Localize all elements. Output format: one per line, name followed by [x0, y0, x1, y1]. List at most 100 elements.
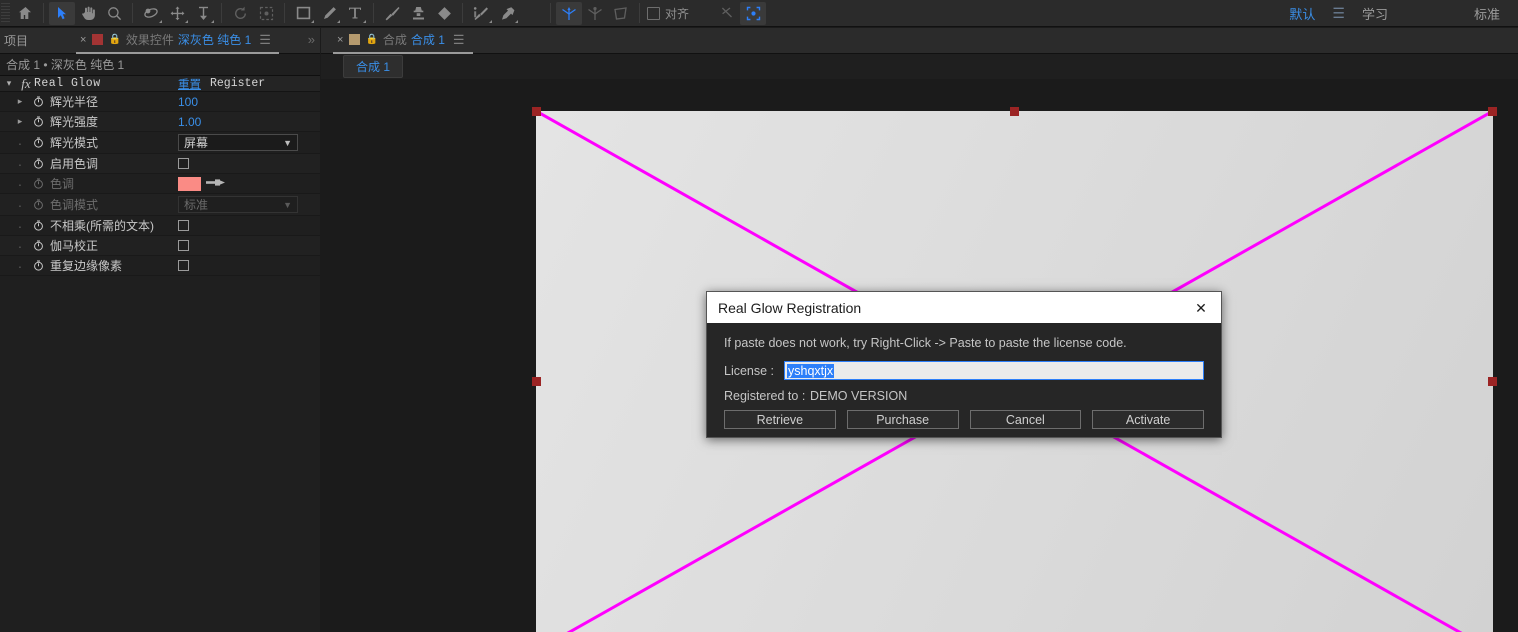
workspace-learn[interactable]: 学习: [1349, 4, 1401, 23]
dolly-tool-icon[interactable]: [190, 2, 216, 25]
workspace-standard[interactable]: 标准: [1461, 4, 1518, 23]
tint-mode-dropdown[interactable]: 标准 ▼: [178, 196, 298, 213]
property-row-enable-tint[interactable]: · 启用色调: [0, 154, 320, 174]
property-row-glow-intensity[interactable]: ▸ 辉光强度 1.00: [0, 112, 320, 132]
lock-icon[interactable]: 🔒: [365, 34, 377, 45]
dialog-titlebar[interactable]: Real Glow Registration ✕: [707, 292, 1221, 323]
tab-effect-controls[interactable]: × 🔒 效果控件 深灰色 纯色 1 ☰: [76, 28, 279, 54]
property-label: 辉光强度: [50, 115, 99, 129]
roto-brush-tool-icon[interactable]: [468, 2, 494, 25]
brush-tool-icon[interactable]: [379, 2, 405, 25]
registered-to-label: Registered to :: [724, 389, 806, 403]
activate-button[interactable]: Activate: [1092, 410, 1204, 429]
property-row-glow-mode[interactable]: · 辉光模式 屏幕 ▼: [0, 132, 320, 154]
property-row-tint-mode[interactable]: · 色调模式 标准 ▼: [0, 194, 320, 216]
property-row-glow-radius[interactable]: ▸ 辉光半径 100: [0, 92, 320, 112]
stopwatch-icon[interactable]: [30, 220, 46, 231]
property-label: 辉光模式: [50, 136, 99, 150]
snap-vertex-icon[interactable]: [714, 2, 740, 25]
glow-mode-dropdown[interactable]: 屏幕 ▼: [178, 134, 298, 151]
stopwatch-icon[interactable]: [30, 178, 46, 189]
clone-stamp-tool-icon[interactable]: [405, 2, 431, 25]
gamma-correction-checkbox[interactable]: [178, 240, 189, 251]
eraser-tool-icon[interactable]: [431, 2, 457, 25]
transform-box-icon[interactable]: [740, 1, 767, 25]
effect-reset-link[interactable]: 重置: [178, 76, 201, 92]
cancel-button[interactable]: Cancel: [969, 410, 1082, 429]
selection-tool-icon[interactable]: [49, 1, 75, 25]
zoom-tool-icon[interactable]: [101, 2, 127, 25]
view-axis-icon[interactable]: [608, 2, 634, 25]
property-value[interactable]: 1.00: [178, 115, 201, 129]
snapping-checkbox[interactable]: [647, 6, 660, 20]
world-axis-icon[interactable]: [582, 2, 608, 25]
stopwatch-icon[interactable]: [30, 199, 46, 210]
selection-handle-middle-right[interactable]: [1488, 377, 1497, 386]
rotation-tool-icon[interactable]: [227, 2, 253, 25]
toolbar-separator: [639, 3, 640, 23]
license-label: License :: [724, 363, 775, 378]
retrieve-button[interactable]: Retrieve: [724, 410, 836, 429]
property-label: 伽马校正: [50, 239, 99, 253]
tab-project[interactable]: 项目: [0, 28, 36, 54]
home-icon[interactable]: [12, 2, 38, 25]
snapping-toggle[interactable]: 对齐: [647, 5, 689, 22]
stopwatch-icon[interactable]: [30, 260, 46, 271]
puppet-pin-tool-icon[interactable]: [494, 2, 520, 25]
comp-breadcrumb-button[interactable]: 合成 1: [343, 55, 404, 78]
effect-name: Real Glow: [34, 77, 101, 90]
effect-header-row[interactable]: ▾ fx Real Glow 重置 Register: [0, 76, 320, 92]
twirl-down-icon[interactable]: ▾: [0, 78, 18, 89]
twirl-right-icon[interactable]: ▸: [12, 116, 28, 127]
selection-handle-top-left[interactable]: [532, 107, 541, 116]
snapping-label: 对齐: [665, 6, 690, 21]
stopwatch-icon[interactable]: [30, 158, 46, 169]
stopwatch-icon[interactable]: [30, 137, 46, 148]
dialog-message: If paste does not work, try Right-Click …: [724, 336, 1127, 350]
property-row-tint[interactable]: · 色调: [0, 174, 320, 194]
property-row-gamma-correction[interactable]: · 伽马校正: [0, 236, 320, 256]
toolbar-separator: [221, 3, 222, 23]
effect-register-link[interactable]: Register: [210, 77, 265, 90]
selection-handle-middle-left[interactable]: [532, 377, 541, 386]
chevron-double-right-icon[interactable]: »: [308, 32, 315, 47]
chevron-down-icon: ▼: [283, 199, 292, 210]
enable-tint-checkbox[interactable]: [178, 158, 189, 169]
hamburger-icon[interactable]: ☰: [1328, 5, 1349, 22]
layer-color-swatch: [92, 34, 104, 45]
panel-menu-icon[interactable]: ☰: [259, 32, 271, 48]
close-tab-icon[interactable]: ×: [76, 34, 90, 46]
orbit-tool-icon[interactable]: [138, 2, 164, 25]
property-row-repeat-edge-pixels[interactable]: · 重复边缘像素: [0, 256, 320, 276]
tab-composition[interactable]: × 🔒 合成 合成 1 ☰: [333, 28, 473, 54]
property-label: 色调模式: [50, 198, 99, 212]
license-input[interactable]: yshqxtjx: [784, 361, 1204, 380]
repeat-edge-pixels-checkbox[interactable]: [178, 260, 189, 271]
shape-tool-icon[interactable]: [290, 2, 316, 25]
lock-icon[interactable]: 🔒: [108, 34, 120, 45]
local-axis-icon[interactable]: [556, 1, 582, 25]
tint-color-swatch[interactable]: [178, 176, 201, 191]
panel-menu-icon[interactable]: ☰: [453, 32, 465, 48]
eyedropper-icon[interactable]: [206, 177, 226, 191]
selection-handle-top-center[interactable]: [1010, 107, 1019, 116]
close-icon[interactable]: ✕: [1187, 301, 1215, 315]
close-tab-icon[interactable]: ×: [333, 34, 347, 46]
tab-composition-prefix: 合成: [382, 33, 407, 47]
text-tool-icon[interactable]: [342, 2, 368, 25]
purchase-button[interactable]: Purchase: [846, 410, 959, 429]
stopwatch-icon[interactable]: [30, 96, 46, 107]
unpremultiply-checkbox[interactable]: [178, 220, 189, 231]
pen-tool-icon[interactable]: [316, 2, 342, 25]
region-of-interest-icon[interactable]: [253, 2, 279, 25]
property-value[interactable]: 100: [178, 95, 198, 109]
property-row-unpremultiply[interactable]: · 不相乘(所需的文本): [0, 216, 320, 236]
stopwatch-icon[interactable]: [30, 240, 46, 251]
twirl-right-icon[interactable]: ▸: [12, 96, 28, 107]
selection-handle-top-right[interactable]: [1488, 107, 1497, 116]
toolbar-grip[interactable]: [1, 2, 10, 24]
hand-tool-icon[interactable]: [75, 2, 101, 25]
stopwatch-icon[interactable]: [30, 116, 46, 127]
workspace-default[interactable]: 默认: [1276, 4, 1328, 23]
pan-tool-icon[interactable]: [164, 2, 190, 25]
